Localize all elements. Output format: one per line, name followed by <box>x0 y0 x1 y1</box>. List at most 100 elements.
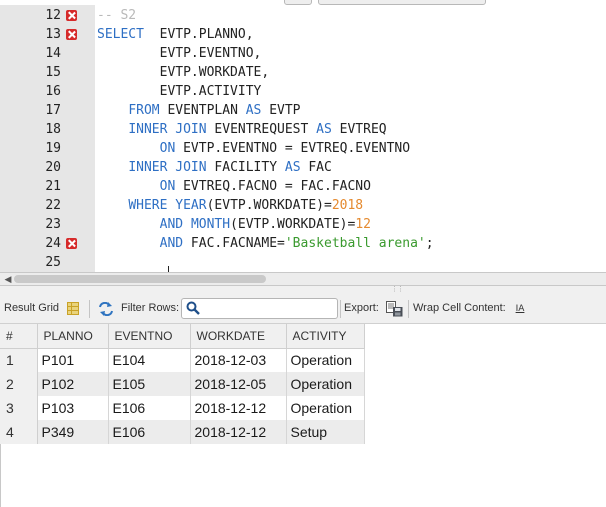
panel-left-border <box>0 444 1 507</box>
code-line[interactable]: INNER JOIN FACILITY AS FAC <box>97 158 332 177</box>
sql-text: FACILITY <box>206 160 285 175</box>
line-number: 12 <box>45 8 61 23</box>
sql-keyword: FROM <box>128 103 160 118</box>
table-cell[interactable]: E106 <box>108 420 191 444</box>
sql-keyword: INNER JOIN <box>128 160 207 175</box>
sql-text: EVTP.EVENTNO = EVTREQ.EVENTNO <box>175 141 411 156</box>
editor-horizontal-scrollbar[interactable]: ◀ <box>0 272 606 286</box>
line-number: 20 <box>45 160 61 175</box>
sql-text: EVTREQ.FACNO = FAC.FACNO <box>175 179 371 194</box>
code-line[interactable]: ON EVTREQ.FACNO = FAC.FACNO <box>97 177 371 196</box>
line-number: 14 <box>45 46 61 61</box>
table-cell[interactable]: 2018-12-05 <box>190 372 287 396</box>
code-line[interactable]: EVTP.WORKDATE, <box>97 63 270 82</box>
table-cell[interactable]: E106 <box>108 396 191 420</box>
line-number-row: 19 <box>0 139 95 158</box>
filter-rows-icon[interactable] <box>98 302 114 316</box>
table-cell[interactable]: 2018-12-03 <box>190 348 287 372</box>
code-line[interactable]: EVTP.ACTIVITY <box>97 82 262 101</box>
code-line[interactable]: FROM EVENTPLAN AS EVTP <box>97 101 301 120</box>
table-row[interactable]: 3 P103 E106 2018-12-12 Operation <box>0 396 365 420</box>
column-header[interactable]: # <box>0 324 38 349</box>
row-index-cell[interactable]: 1 <box>0 348 38 372</box>
result-grid-label[interactable]: Result Grid <box>4 294 59 323</box>
table-cell[interactable]: P349 <box>37 420 109 444</box>
table-cell[interactable]: E105 <box>108 372 191 396</box>
code-area[interactable]: -- S2 SELECT EVTP.PLANNO, EVTP.EVENTNO, E… <box>97 5 606 272</box>
sql-comment: -- S2 <box>97 8 137 23</box>
wrap-cell-content-icon[interactable]: IA <box>514 303 526 315</box>
export-icon[interactable] <box>386 301 403 317</box>
column-header[interactable]: PLANNO <box>37 324 109 349</box>
sql-keyword: WHERE <box>128 198 168 213</box>
sql-keyword: ON <box>159 141 176 156</box>
table-row[interactable]: 1 P101 E104 2018-12-03 Operation <box>0 348 365 372</box>
line-number: 24 <box>45 236 61 251</box>
table-row[interactable]: 2 P102 E105 2018-12-05 Operation <box>0 372 365 396</box>
scrollbar-thumb[interactable] <box>14 275 266 283</box>
sql-keyword: YEAR <box>175 198 207 213</box>
sql-text: (EVTP.WORKDATE)= <box>206 198 332 213</box>
code-line[interactable]: INNER JOIN EVENTREQUEST AS EVTREQ <box>97 120 387 139</box>
syntax-error-icon[interactable] <box>66 29 77 40</box>
code-line[interactable]: AND MONTH(EVTP.WORKDATE)=12 <box>97 215 371 234</box>
table-cell[interactable]: P102 <box>37 372 109 396</box>
line-number-row: 23 <box>0 215 95 234</box>
syntax-error-icon[interactable] <box>66 10 77 21</box>
table-cell[interactable]: P103 <box>37 396 109 420</box>
sql-number: 12 <box>355 217 371 232</box>
table-cell[interactable]: Operation <box>286 372 365 396</box>
table-cell[interactable]: Setup <box>286 420 365 444</box>
panel-splitter[interactable]: ⋮⋮ <box>0 286 606 294</box>
line-number-row: 18 <box>0 120 95 139</box>
code-line[interactable]: EVTP.EVENTNO, <box>97 44 262 63</box>
table-cell[interactable]: Operation <box>286 396 365 420</box>
line-number: 16 <box>45 84 61 99</box>
filter-rows-input[interactable] <box>181 298 338 319</box>
result-grid-icon[interactable] <box>67 302 79 315</box>
table-cell[interactable]: 2018-12-12 <box>190 420 287 444</box>
syntax-error-icon[interactable] <box>66 238 77 249</box>
table-cell[interactable]: E104 <box>108 348 191 372</box>
code-line[interactable]: AND FAC.FACNAME='Basketball arena'; <box>97 234 434 253</box>
row-index-cell[interactable]: 3 <box>0 396 38 420</box>
sql-text: EVTREQ <box>331 122 387 137</box>
column-header[interactable]: WORKDATE <box>190 324 287 349</box>
code-line[interactable]: SELECT EVTP.PLANNO, <box>97 25 254 44</box>
row-index-cell[interactable]: 2 <box>0 372 38 396</box>
sql-keyword: INNER JOIN <box>128 122 207 137</box>
row-index-cell[interactable]: 4 <box>0 420 38 444</box>
sql-number: 2018 <box>331 198 364 213</box>
line-number: 25 <box>45 255 61 270</box>
table-cell[interactable]: Operation <box>286 348 365 372</box>
scroll-left-arrow-icon[interactable]: ◀ <box>2 273 14 285</box>
code-line[interactable]: ON EVTP.EVENTNO = EVTREQ.EVENTNO <box>97 139 410 158</box>
line-number-row: 20 <box>0 158 95 177</box>
line-number-row: 17 <box>0 101 95 120</box>
line-number-row: 21 <box>0 177 95 196</box>
column-header[interactable]: EVENTNO <box>108 324 191 349</box>
sql-keyword: AS <box>245 103 262 118</box>
sql-editor[interactable]: 12 13 14 15 16 17 18 19 20 21 22 23 24 25 -- S2 SELECT… <box>0 0 606 274</box>
result-toolbar: Result Grid Filter Rows: Export: Wrap Ce… <box>0 294 606 324</box>
table-cell[interactable]: 2018-12-12 <box>190 396 287 420</box>
column-header[interactable]: ACTIVITY <box>286 324 365 349</box>
line-number: 18 <box>45 122 61 137</box>
table-cell[interactable]: P101 <box>37 348 109 372</box>
sql-text: FAC <box>300 160 332 175</box>
line-number-row: 13 <box>0 25 95 44</box>
line-number: 22 <box>45 198 61 213</box>
splitter-grip-icon[interactable]: ⋮⋮ <box>391 286 404 293</box>
code-line[interactable]: WHERE YEAR(EVTP.WORKDATE)=2018 <box>97 196 363 215</box>
table-row[interactable]: 4 P349 E106 2018-12-12 Setup <box>0 420 365 444</box>
code-line[interactable]: -- S2 <box>97 6 136 25</box>
sql-text: EVTP <box>261 103 301 118</box>
sql-string: 'Basketball arena' <box>284 236 426 251</box>
result-table: # PLANNO EVENTNO WORKDATE ACTIVITY 1 P101 E104… <box>0 324 365 444</box>
sql-keyword: MONTH <box>190 217 231 232</box>
sql-text: ; <box>425 236 434 251</box>
